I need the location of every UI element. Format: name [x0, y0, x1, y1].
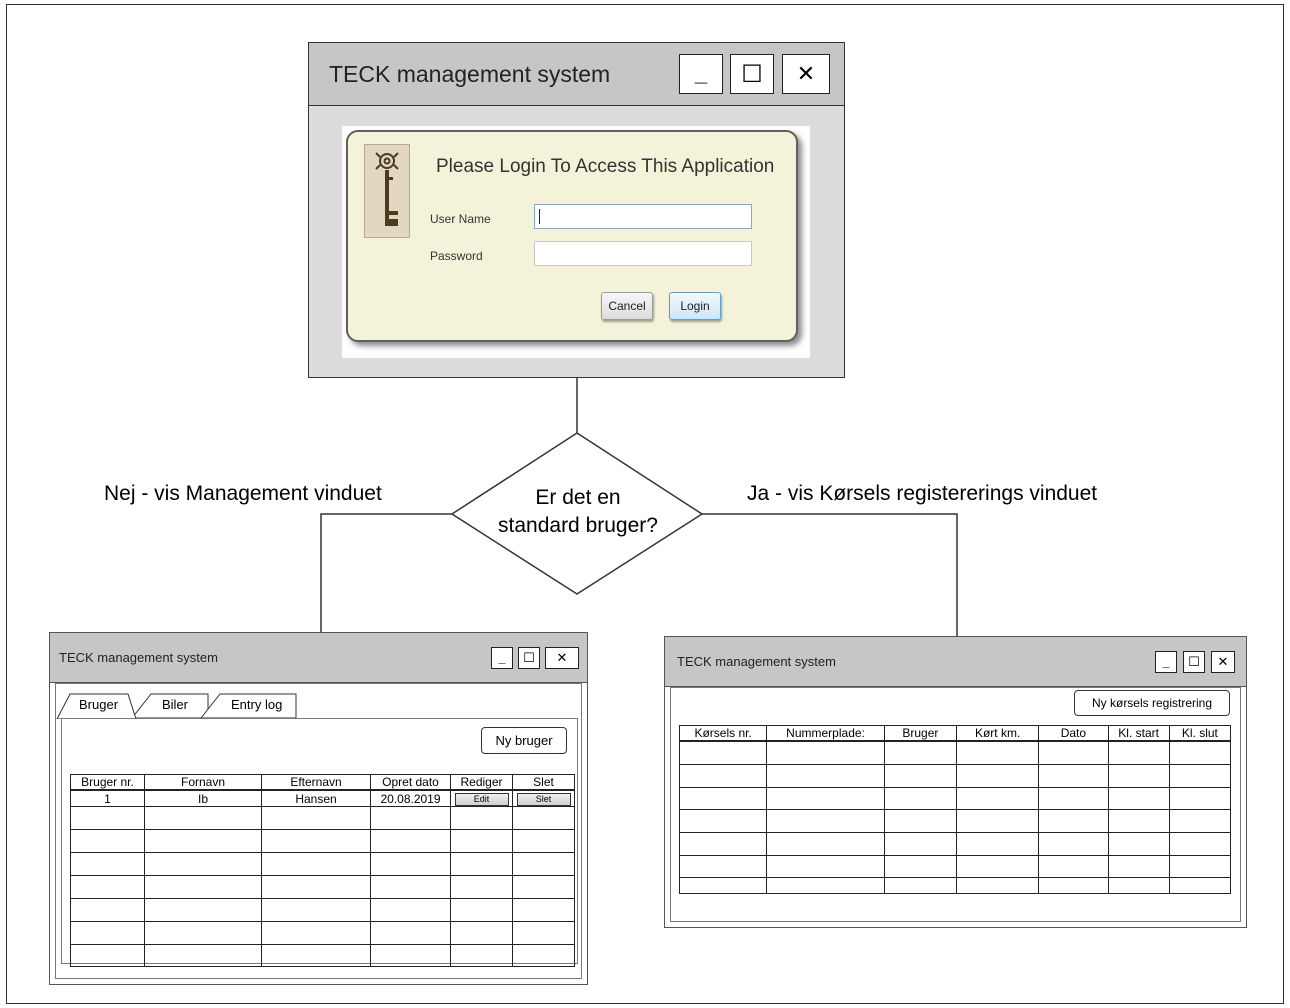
cell-edit: Edit [450, 789, 513, 807]
table-row [678, 763, 1232, 788]
registration-window: TECK management system _ ☐ ✕ Ny kørsels … [664, 636, 1247, 928]
password-label: Password [430, 249, 483, 263]
column-header: Slet [512, 774, 575, 791]
tab-entry-log[interactable]: Entry log [231, 697, 282, 712]
maximize-icon: ☐ [741, 60, 763, 88]
management-window-title: TECK management system [59, 650, 218, 665]
table-row [70, 852, 575, 876]
column-header: Opret dato [370, 774, 451, 791]
maximize-icon: ☐ [523, 649, 535, 665]
new-registration-button[interactable]: Ny kørsels registrering [1074, 690, 1230, 716]
column-header: Kl. slut [1168, 725, 1232, 742]
no-branch-line [320, 513, 452, 632]
table-row [70, 944, 575, 967]
table-row [70, 875, 575, 899]
decision-text: Er det en standard bruger? [478, 484, 678, 540]
table-row [678, 854, 1232, 878]
username-label: User Name [430, 212, 491, 226]
no-branch-label: Nej - vis Management vinduet [104, 482, 382, 505]
column-header: Nummerplade: [766, 725, 885, 742]
management-window-titlebar: TECK management system _ ☐ ✕ [50, 633, 587, 683]
management-content: Bruger Biler Entry log Ny bruger Bruger … [55, 683, 582, 979]
login-window-title: TECK management system [329, 61, 611, 87]
column-header: Bruger [883, 725, 957, 742]
cell-dato: 20.08.2019 [370, 789, 451, 807]
username-input[interactable] [534, 204, 752, 229]
column-header: Kørt km. [955, 725, 1040, 742]
table-row [678, 831, 1232, 856]
close-icon: ✕ [796, 61, 816, 86]
users-table: Bruger nr. Fornavn Efternavn Opret dato … [70, 774, 575, 967]
column-header: Fornavn [144, 774, 262, 791]
edit-button[interactable]: Edit [454, 793, 509, 806]
maximize-button[interactable]: ☐ [1183, 650, 1205, 673]
close-icon: ✕ [1217, 653, 1229, 669]
minimize-button[interactable]: _ [679, 54, 723, 94]
column-header: Kl. start [1107, 725, 1170, 742]
registration-content: Ny kørsels registrering Kørsels nr. Numm… [670, 687, 1241, 922]
login-window: TECK management system _ ☐ ✕ Please Logi… [308, 42, 845, 378]
table-row [70, 898, 575, 922]
yes-branch-line [702, 513, 958, 640]
tab-bar: Bruger Biler Entry log [56, 692, 316, 719]
column-header: Rediger [450, 774, 513, 791]
column-header: Dato [1038, 725, 1109, 742]
table-row [678, 808, 1232, 833]
password-input[interactable] [534, 241, 752, 266]
table-row [678, 740, 1232, 765]
tab-bruger[interactable]: Bruger [79, 697, 118, 712]
text-caret [539, 209, 540, 224]
table-header-row: Kørsels nr. Nummerplade: Bruger Kørt km.… [678, 725, 1232, 742]
minimize-icon: _ [694, 61, 708, 86]
column-header: Bruger nr. [70, 774, 145, 791]
table-row [678, 786, 1232, 810]
maximize-icon: ☐ [1188, 653, 1200, 669]
close-button[interactable]: ✕ [1211, 650, 1235, 673]
minimize-icon: _ [1162, 654, 1170, 669]
delete-button[interactable]: Slet [516, 793, 571, 806]
close-button[interactable]: ✕ [782, 54, 830, 94]
registration-window-titlebar: TECK management system _ ☐ ✕ [665, 637, 1246, 687]
yes-branch-label: Ja - vis Kørsels registererings vinduet [747, 482, 1098, 505]
table-row [70, 829, 575, 853]
table-row [70, 921, 575, 945]
login-button[interactable]: Login [669, 292, 721, 320]
new-user-button[interactable]: Ny bruger [481, 727, 567, 754]
decision-line-2: standard bruger? [498, 514, 658, 537]
cancel-button[interactable]: Cancel [601, 292, 653, 320]
table-header-row: Bruger nr. Fornavn Efternavn Opret dato … [70, 774, 575, 791]
registrations-table: Kørsels nr. Nummerplade: Bruger Kørt km.… [678, 725, 1232, 894]
table-row: 1 Ib Hansen 20.08.2019 Edit Slet [70, 789, 575, 807]
key-icon [364, 144, 410, 238]
cell-fornavn: Ib [144, 789, 262, 807]
bruger-panel: Ny bruger Bruger nr. Fornavn Efternavn O… [61, 718, 578, 967]
column-header: Efternavn [261, 774, 371, 791]
cell-efternavn: Hansen [261, 789, 371, 807]
table-row [678, 876, 1232, 894]
cell-nr: 1 [70, 789, 145, 807]
login-heading: Please Login To Access This Application [436, 156, 775, 177]
tab-biler[interactable]: Biler [162, 697, 188, 712]
minimize-icon: _ [498, 650, 506, 665]
login-window-titlebar: TECK management system _ ☐ ✕ [309, 43, 844, 106]
maximize-button[interactable]: ☐ [730, 54, 774, 94]
cell-slet: Slet [512, 789, 575, 807]
login-panel: Please Login To Access This Application … [342, 126, 810, 358]
close-button[interactable]: ✕ [545, 646, 579, 669]
maximize-button[interactable]: ☐ [518, 646, 540, 669]
minimize-button[interactable]: _ [491, 646, 513, 669]
column-header: Kørsels nr. [678, 725, 768, 742]
decision-line-1: Er det en [535, 486, 621, 509]
minimize-button[interactable]: _ [1155, 650, 1177, 673]
management-window: TECK management system _ ☐ ✕ Bruger Bile… [49, 632, 588, 985]
table-row [70, 806, 575, 830]
close-icon: ✕ [556, 649, 568, 665]
login-dialog: Please Login To Access This Application … [346, 130, 798, 342]
registration-window-title: TECK management system [677, 654, 836, 669]
